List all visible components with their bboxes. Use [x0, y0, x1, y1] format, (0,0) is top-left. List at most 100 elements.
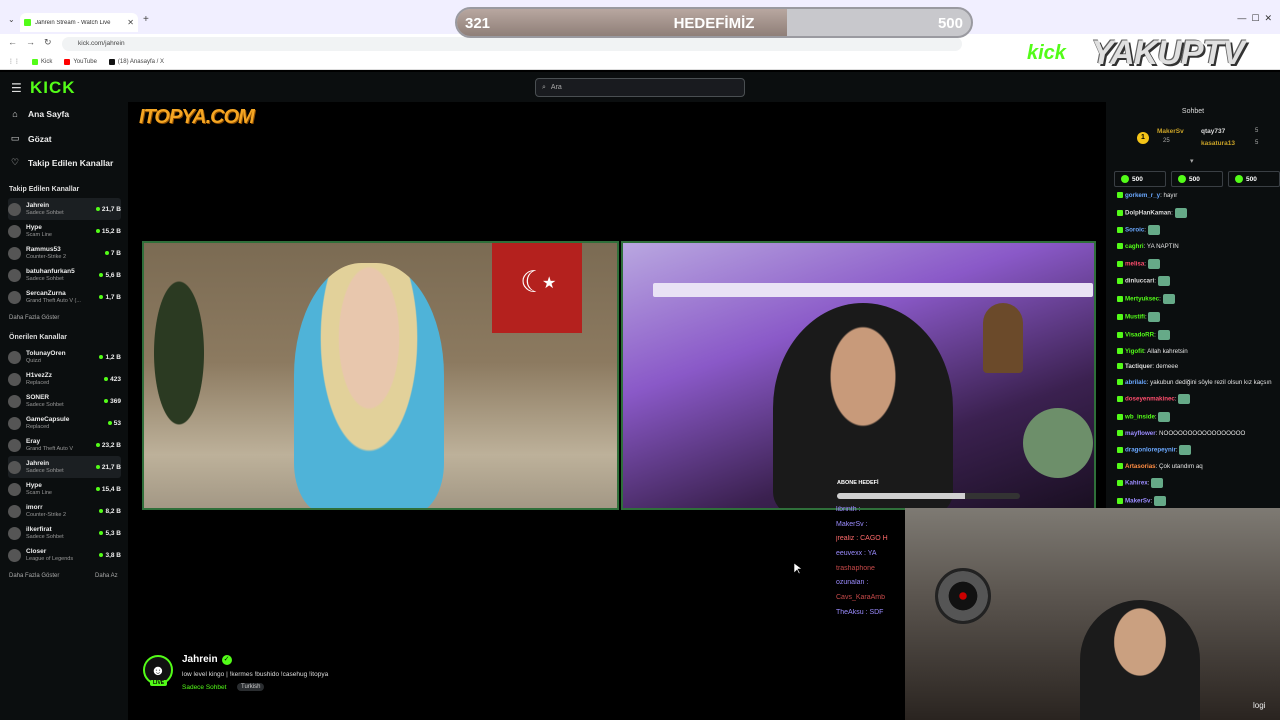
followed-channel[interactable]: Jahrein Sadece Sohbet 21,7 B — [8, 198, 121, 220]
recommended-channel[interactable]: Eray Grand Theft Auto V 23,2 B — [8, 434, 121, 456]
live-dot-icon — [95, 443, 100, 447]
recommended-channel[interactable]: imorr Counter-Strike 2 8,2 B — [8, 500, 121, 522]
channel-avatar — [8, 482, 21, 496]
channel-name: Eray — [26, 437, 41, 445]
channel-category: Sadece Sohbet — [26, 401, 64, 408]
chat-message: dragonlorepeynir: — [1117, 445, 1275, 456]
badge-icon — [1117, 192, 1123, 199]
chat-username[interactable]: VisadoRR — [1125, 331, 1154, 338]
chat-message: Tactiquer: demeee — [1117, 363, 1275, 371]
channel-name: batuhanfurkan5 — [26, 267, 75, 275]
recommended-channel[interactable]: TolunayOren Quizzi 1,2 B — [8, 346, 121, 368]
overlay-chat-line: librinth : — [836, 506, 861, 513]
viewer-count: 15,4 B — [95, 486, 121, 493]
new-tab-icon[interactable]: + — [143, 14, 149, 25]
apps-icon[interactable]: ⋮⋮ — [8, 58, 20, 65]
reload-icon[interactable]: ↻ — [44, 37, 52, 48]
nav-following[interactable]: ♡ Takip Edilen Kanallar — [10, 157, 113, 168]
followed-show-more[interactable]: Daha Fazla Göster — [9, 315, 59, 321]
recommended-header: Önerilen Kanallar — [9, 334, 67, 341]
stream-category[interactable]: Sadece Sohbet — [182, 684, 226, 691]
heart-icon: ♡ — [10, 157, 20, 167]
recommended-channel[interactable]: GameCapsule Replaced 53 — [8, 412, 121, 434]
chat-username[interactable]: Kahirex — [1125, 480, 1148, 487]
tab-search-icon[interactable]: ⌄ — [8, 15, 15, 24]
channel-category: Counter-Strike 2 — [26, 511, 67, 518]
bookmark-x[interactable]: (18) Anasayfa / X — [108, 58, 164, 65]
gift-bar-1[interactable]: 500 — [1114, 171, 1166, 187]
chat-username[interactable]: MakerSv — [1125, 498, 1150, 505]
followed-channel[interactable]: batuhanfurkan5 Sadece Sohbet 5,6 B — [8, 264, 121, 286]
top-gifter-name: MakerSv — [1157, 128, 1184, 135]
channel-name: H1vezZz — [26, 371, 53, 379]
chat-message: gorkem_r_y: hayır — [1117, 192, 1275, 200]
emote-icon — [1147, 225, 1160, 236]
chat-username[interactable]: gorkem_r_y — [1125, 192, 1160, 199]
chat-message: Mustifi: — [1117, 311, 1275, 322]
chat-username[interactable]: caghri — [1125, 243, 1144, 250]
recommended-channel[interactable]: Hype Scam Line 15,4 B — [8, 478, 121, 500]
chat-message: VisadoRR: — [1117, 329, 1275, 340]
nav-home[interactable]: ⌂ Ana Sayfa — [10, 109, 69, 119]
menu-icon[interactable]: ☰ — [11, 81, 22, 95]
chat-username[interactable]: Mertyuksec — [1125, 296, 1159, 303]
chat-username[interactable]: wb_inside — [1125, 414, 1155, 421]
chat-message: caghri: YA NAPTIN — [1117, 243, 1275, 251]
live-dot-icon — [104, 399, 109, 403]
emote-icon — [1151, 478, 1164, 489]
chat-username[interactable]: doseyenmakinec — [1125, 396, 1175, 403]
chat-username[interactable]: Soroic — [1125, 227, 1144, 234]
back-icon[interactable]: ← — [8, 37, 17, 47]
gift-bar-2[interactable]: 500 — [1171, 171, 1223, 187]
recommended-channel[interactable]: Jahrein Sadece Sohbet 21,7 B — [8, 456, 121, 478]
chat-username[interactable]: Artasorias — [1125, 463, 1156, 470]
gift-bar-3[interactable]: 500 — [1228, 171, 1280, 187]
chat-text: : yakubun dediğini söyle rezil olsun kız… — [1146, 378, 1272, 386]
overlay-chat: librinth : MakerSv : jrealiz : CAGO H eeuve… — [836, 506, 908, 624]
chat-username[interactable]: melisa — [1125, 260, 1144, 267]
overlay-chat-line: ozunalan : — [836, 579, 869, 587]
streamer-name[interactable]: Jahrein ✓ — [182, 654, 232, 665]
helmet-decor — [983, 303, 1023, 373]
emote-icon — [1153, 496, 1166, 507]
channel-category: Quizzi — [26, 357, 42, 364]
chat-username[interactable]: dragonlorepeynir — [1125, 447, 1176, 454]
forward-icon[interactable]: → — [26, 37, 35, 47]
nav-browse[interactable]: ▭ Gözat — [10, 133, 52, 144]
recommended-channel[interactable]: H1vezZz Replaced 423 — [8, 368, 121, 390]
chat-username[interactable]: mayflower — [1125, 430, 1156, 437]
url-field[interactable]: kick.com/jahrein — [62, 37, 962, 51]
chat-username[interactable]: abrilalc — [1125, 379, 1147, 386]
search-input[interactable]: ⌕ Ara — [535, 78, 745, 97]
bookmark-youtube[interactable]: YouTube — [64, 58, 97, 65]
followed-channel[interactable]: Rammus53 Counter-Strike 2 7 B — [8, 242, 121, 264]
close-tab-icon[interactable]: ✕ — [127, 18, 134, 27]
channel-avatar — [8, 268, 21, 282]
chat-username[interactable]: dinluccari — [1125, 278, 1154, 285]
chat-username[interactable]: Tactiquer — [1125, 363, 1152, 370]
chat-username[interactable]: DolpHanKaman — [1125, 209, 1171, 216]
recommended-channel[interactable]: SONER Sadece Sohbet 369 — [8, 390, 121, 412]
recommended-channel[interactable]: Closer League of Legends 3,8 B — [8, 544, 121, 566]
third-gifter-count: 5 — [1255, 140, 1259, 146]
viewer-count: 1,2 B — [99, 354, 121, 361]
chat-username[interactable]: Yigofit — [1125, 348, 1144, 355]
followed-channel[interactable]: Hype Scam Line 15,2 B — [8, 220, 121, 242]
viewer-count: 1,7 B — [99, 294, 121, 301]
recommended-show-more[interactable]: Daha Fazla Göster — [9, 573, 59, 579]
kick-logo[interactable]: KICK — [30, 78, 76, 98]
browser-tab[interactable]: Jahrein Stream - Watch Live ✕ — [20, 13, 138, 32]
viewer-count: 3,8 B — [99, 552, 121, 559]
chat-username[interactable]: Mustifi — [1125, 314, 1145, 321]
channel-category: Grand Theft Auto V — [26, 445, 73, 452]
recommended-channel[interactable]: ilkerfirat Sadece Sohbet 5,3 B — [8, 522, 121, 544]
recommended-show-less[interactable]: Daha Az — [95, 573, 118, 579]
bookmark-kick[interactable]: Kick — [32, 58, 52, 65]
expand-pinned-icon[interactable]: ▾ — [1190, 157, 1194, 165]
chat-messages: gorkem_r_y: hayır DolpHanKaman: Soroic: … — [1117, 192, 1275, 514]
channel-name: Closer — [26, 547, 47, 555]
chat-message: abrilalc: yakubun dediğini söyle rezil o… — [1117, 379, 1275, 387]
viewer-count: 369 — [104, 398, 121, 405]
language-tag[interactable]: Turkish — [237, 683, 265, 691]
followed-channel[interactable]: SercanZurna Grand Theft Auto V (... 1,7 B — [8, 286, 121, 308]
